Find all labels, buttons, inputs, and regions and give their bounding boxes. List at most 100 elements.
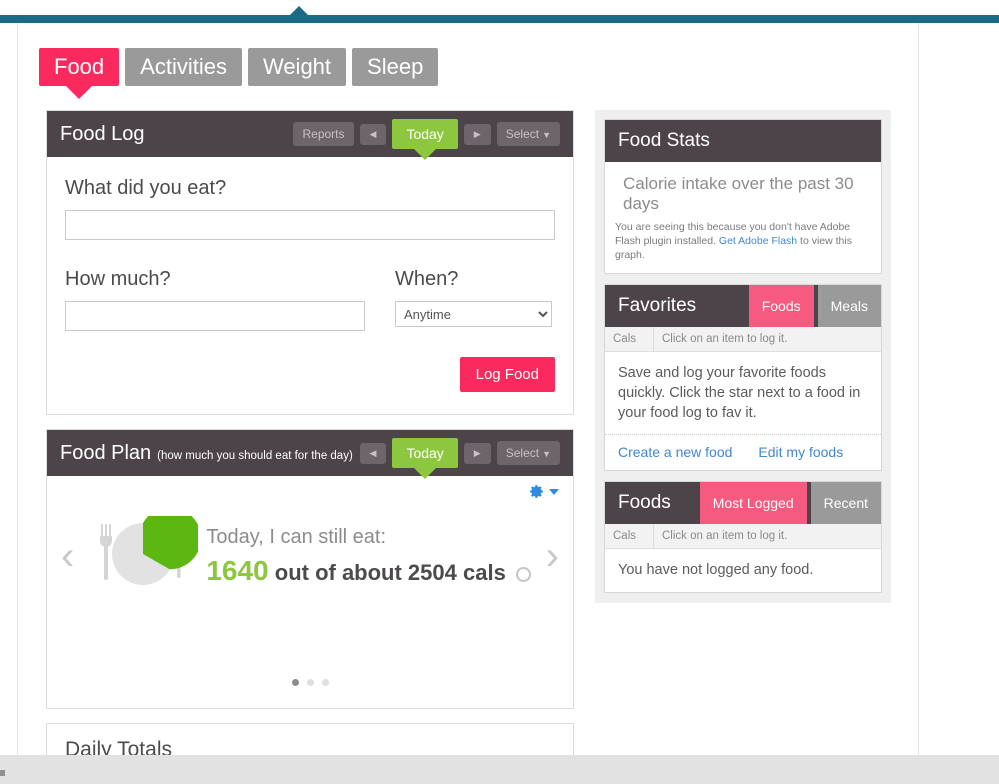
carousel-prev-button[interactable]: ‹	[47, 536, 88, 576]
food-plan-header: Food Plan (how much you should eat for t…	[47, 430, 573, 479]
carousel-dots	[47, 679, 573, 686]
food-log-panel: Food Log Reports ◀ Today ▶ Select ▼ What …	[46, 110, 574, 415]
daily-totals-panel: Daily Totals Calories 864 Fat 32 g	[46, 723, 574, 755]
food-plan-summary: Today, I can still eat: 1640 out of abou…	[198, 526, 531, 587]
edit-my-foods-link[interactable]: Edit my foods	[758, 444, 843, 460]
settings-gear-button[interactable]	[528, 483, 559, 500]
how-much-group: How much?	[65, 268, 365, 331]
how-much-label: How much?	[65, 268, 171, 290]
favorites-empty-message: Save and log your favorite foods quickly…	[618, 364, 861, 422]
favorites-panel: Favorites Foods Meals Cals Click on an i…	[604, 283, 882, 472]
food-plan-body: ‹ Today, I can still eat: 1640 out of ab…	[47, 476, 573, 708]
carousel-dot-3[interactable]	[321, 679, 329, 686]
select-dropdown-label: Select	[505, 127, 540, 141]
previous-day-button[interactable]: ◀	[359, 123, 387, 145]
food-name-input[interactable]	[65, 210, 555, 240]
food-stats-panel: Food Stats Calorie intake over the past …	[604, 119, 882, 274]
carousel-next-button[interactable]: ›	[532, 536, 573, 576]
foods-hint: Click on an item to log it.	[653, 524, 881, 549]
food-log-header: Food Log Reports ◀ Today ▶ Select ▼	[47, 111, 573, 160]
tab-favorites-meals[interactable]: Meals	[817, 284, 881, 327]
tab-activities[interactable]: Activities	[125, 48, 242, 86]
log-food-button[interactable]: Log Food	[459, 357, 555, 392]
what-did-you-eat-label: What did you eat?	[65, 177, 227, 199]
favorites-hint: Click on an item to log it.	[653, 326, 881, 351]
foods-empty-message: You have not logged any food.	[618, 562, 814, 579]
foods-header: Foods Most Logged Recent	[605, 482, 881, 525]
tab-foods-most-logged[interactable]: Most Logged	[699, 482, 807, 525]
flash-missing-note: You are seeing this because you don't ha…	[605, 220, 881, 273]
foods-title: Foods	[618, 492, 671, 514]
get-adobe-flash-link[interactable]: Get Adobe Flash	[719, 235, 797, 247]
plan-today-button[interactable]: Today	[392, 438, 458, 479]
calories-remaining-value: 1640	[206, 554, 269, 586]
quantity-and-time-row: How much? When? Anytime	[65, 268, 555, 331]
left-column: Food Log Reports ◀ Today ▶ Select ▼ What …	[46, 110, 574, 755]
when-label: When?	[395, 268, 459, 290]
foods-column-headers: Cals Click on an item to log it.	[605, 524, 881, 550]
plan-select-dropdown-label: Select	[505, 446, 540, 460]
foods-tabs: Most Logged Recent	[696, 482, 881, 525]
quantity-input[interactable]	[65, 301, 365, 331]
gear-caret-icon	[549, 488, 559, 495]
favorites-title: Favorites	[618, 294, 697, 316]
today-button[interactable]: Today	[392, 119, 458, 160]
daily-totals-body: Daily Totals Calories 864 Fat 32 g	[47, 724, 573, 755]
main-nav-tabs: Food Activities Weight Sleep	[39, 48, 439, 99]
food-stats-header: Food Stats	[605, 120, 881, 162]
calories-total-text: out of about 2504 cals	[274, 559, 506, 585]
plan-next-day-button[interactable]: ▶	[463, 442, 491, 464]
chevron-down-icon: ▼	[542, 449, 551, 459]
reports-button[interactable]: Reports	[293, 122, 354, 146]
page-bottom-gutter	[0, 755, 999, 784]
tab-foods-recent[interactable]: Recent	[810, 482, 881, 525]
when-select[interactable]: Anytime	[395, 301, 552, 327]
scrollbar-marker[interactable]	[0, 770, 5, 776]
create-new-food-link[interactable]: Create a new food	[618, 444, 732, 460]
tab-weight[interactable]: Weight	[247, 48, 347, 86]
food-plan-subtitle: (how much you should eat for the day)	[157, 450, 353, 462]
gear-icon	[530, 485, 543, 498]
favorites-tabs: Foods Meals	[745, 284, 881, 327]
plate-with-pie-icon	[100, 507, 202, 585]
carousel-dot-2[interactable]	[306, 679, 314, 686]
favorites-column-headers: Cals Click on an item to log it.	[605, 326, 881, 352]
food-stats-title: Food Stats	[618, 130, 710, 151]
food-plan-title: Food Plan	[60, 441, 152, 464]
top-pointer-arrow-icon	[290, 6, 308, 15]
info-icon[interactable]	[515, 566, 531, 582]
daily-totals-title: Daily Totals	[65, 738, 172, 755]
log-food-button-row: Log Food	[65, 357, 555, 392]
favorites-cals-label: Cals	[613, 332, 637, 345]
select-dropdown-button[interactable]: Select ▼	[496, 122, 560, 146]
food-stats-subtitle: Calorie intake over the past 30 days	[623, 174, 854, 213]
food-log-header-controls: Reports ◀ Today ▶ Select ▼	[293, 119, 560, 160]
page-container: Food Activities Weight Sleep Food Log Re…	[17, 23, 919, 755]
food-plan-panel: Food Plan (how much you should eat for t…	[46, 429, 574, 709]
top-teal-bar	[0, 15, 999, 23]
plan-select-dropdown-button[interactable]: Select ▼	[496, 441, 560, 465]
fork-icon	[100, 524, 113, 580]
food-stats-body: Calorie intake over the past 30 days You…	[605, 162, 881, 273]
next-day-button[interactable]: ▶	[463, 123, 491, 145]
plan-summary-line: Today, I can still eat:	[206, 525, 387, 548]
chevron-down-icon: ▼	[542, 130, 551, 140]
tab-sleep[interactable]: Sleep	[352, 48, 439, 86]
right-sidebar: Food Stats Calorie intake over the past …	[595, 110, 891, 603]
carousel-dot-1[interactable]	[291, 679, 299, 686]
page-right-gutter	[920, 23, 999, 755]
food-plan-carousel: ‹ Today, I can still eat: 1640 out of ab…	[47, 507, 573, 596]
food-log-title: Food Log	[60, 122, 145, 145]
calorie-pie-chart	[88, 507, 202, 596]
tab-food[interactable]: Food	[39, 48, 120, 99]
plan-calories-line: 1640 out of about 2504 cals	[206, 555, 531, 587]
tab-favorites-foods[interactable]: Foods	[748, 284, 814, 327]
foods-panel: Foods Most Logged Recent Cals Click on a…	[604, 481, 882, 593]
favorites-header: Favorites Foods Meals	[605, 284, 881, 327]
foods-cals-label: Cals	[613, 530, 637, 543]
plan-previous-day-button[interactable]: ◀	[359, 442, 387, 464]
food-log-form: What did you eat? How much? When? Anytim…	[47, 157, 573, 414]
food-plan-header-controls: ◀ Today ▶ Select ▼	[359, 438, 560, 479]
when-group: When? Anytime	[395, 268, 552, 331]
favorites-links: Create a new food Edit my foods	[605, 434, 881, 470]
